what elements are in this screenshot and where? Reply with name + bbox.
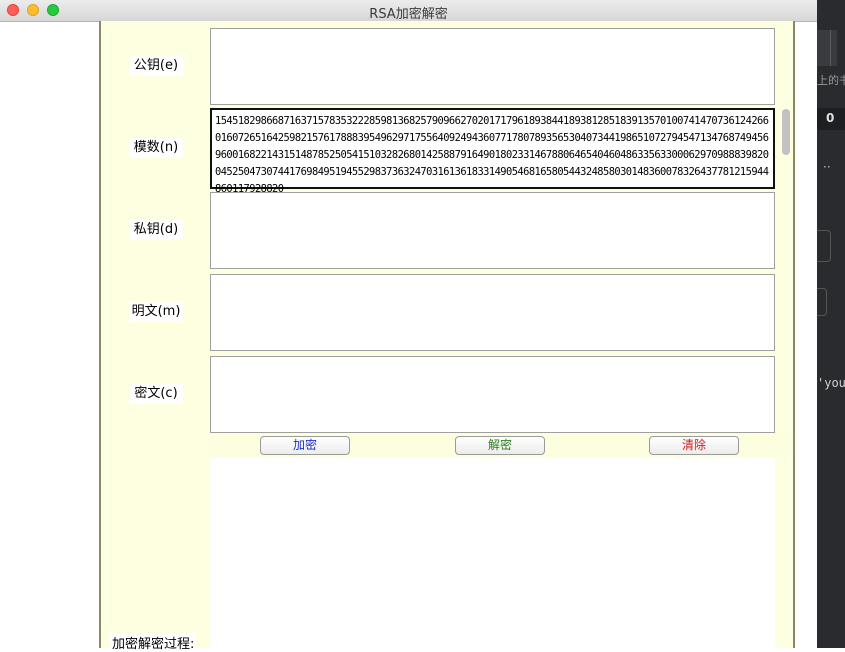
more-icon: ·· [823,160,831,174]
ciphertext-field[interactable] [210,356,775,433]
encrypt-button[interactable]: 加密 [260,436,350,455]
background-app-window: 上的书 0 ·· 'yout [817,0,845,648]
window-title: RSA加密解密 [369,7,448,22]
modulus-field[interactable]: 1545182986687163715783532228598136825790… [210,108,775,195]
background-divider [830,30,831,66]
background-count-badge: 0 [817,108,845,130]
public-key-field[interactable] [210,28,775,105]
background-text: 上的书 [817,74,845,87]
background-toolbar-block [817,30,837,66]
background-control [817,288,827,316]
rsa-app-window: 公钥(e) 模数(n) 1545182986687163715783532228… [99,21,795,652]
action-button-bar: 加密 解密 清除 [210,433,793,458]
private-key-field[interactable] [210,192,775,269]
modulus-value: 1545182986687163715783532228598136825790… [215,115,769,195]
process-label: 加密解密过程: [110,633,197,652]
clear-button[interactable]: 清除 [649,436,739,455]
decrypt-button[interactable]: 解密 [455,436,545,455]
plaintext-label: 明文(m) [129,302,183,322]
background-code-text: 'yout [817,376,845,390]
background-control [817,230,831,262]
vertical-scrollbar[interactable] [782,109,790,155]
background-count: 0 [826,111,835,125]
window-titlebar[interactable]: RSA加密解密 [0,0,817,22]
modulus-label: 模数(n) [129,138,183,158]
process-log-area[interactable] [210,458,775,648]
private-key-label: 私钥(d) [129,220,183,240]
ciphertext-label: 密文(c) [129,384,183,404]
plaintext-field[interactable] [210,274,775,351]
public-key-label: 公钥(e) [129,56,183,76]
